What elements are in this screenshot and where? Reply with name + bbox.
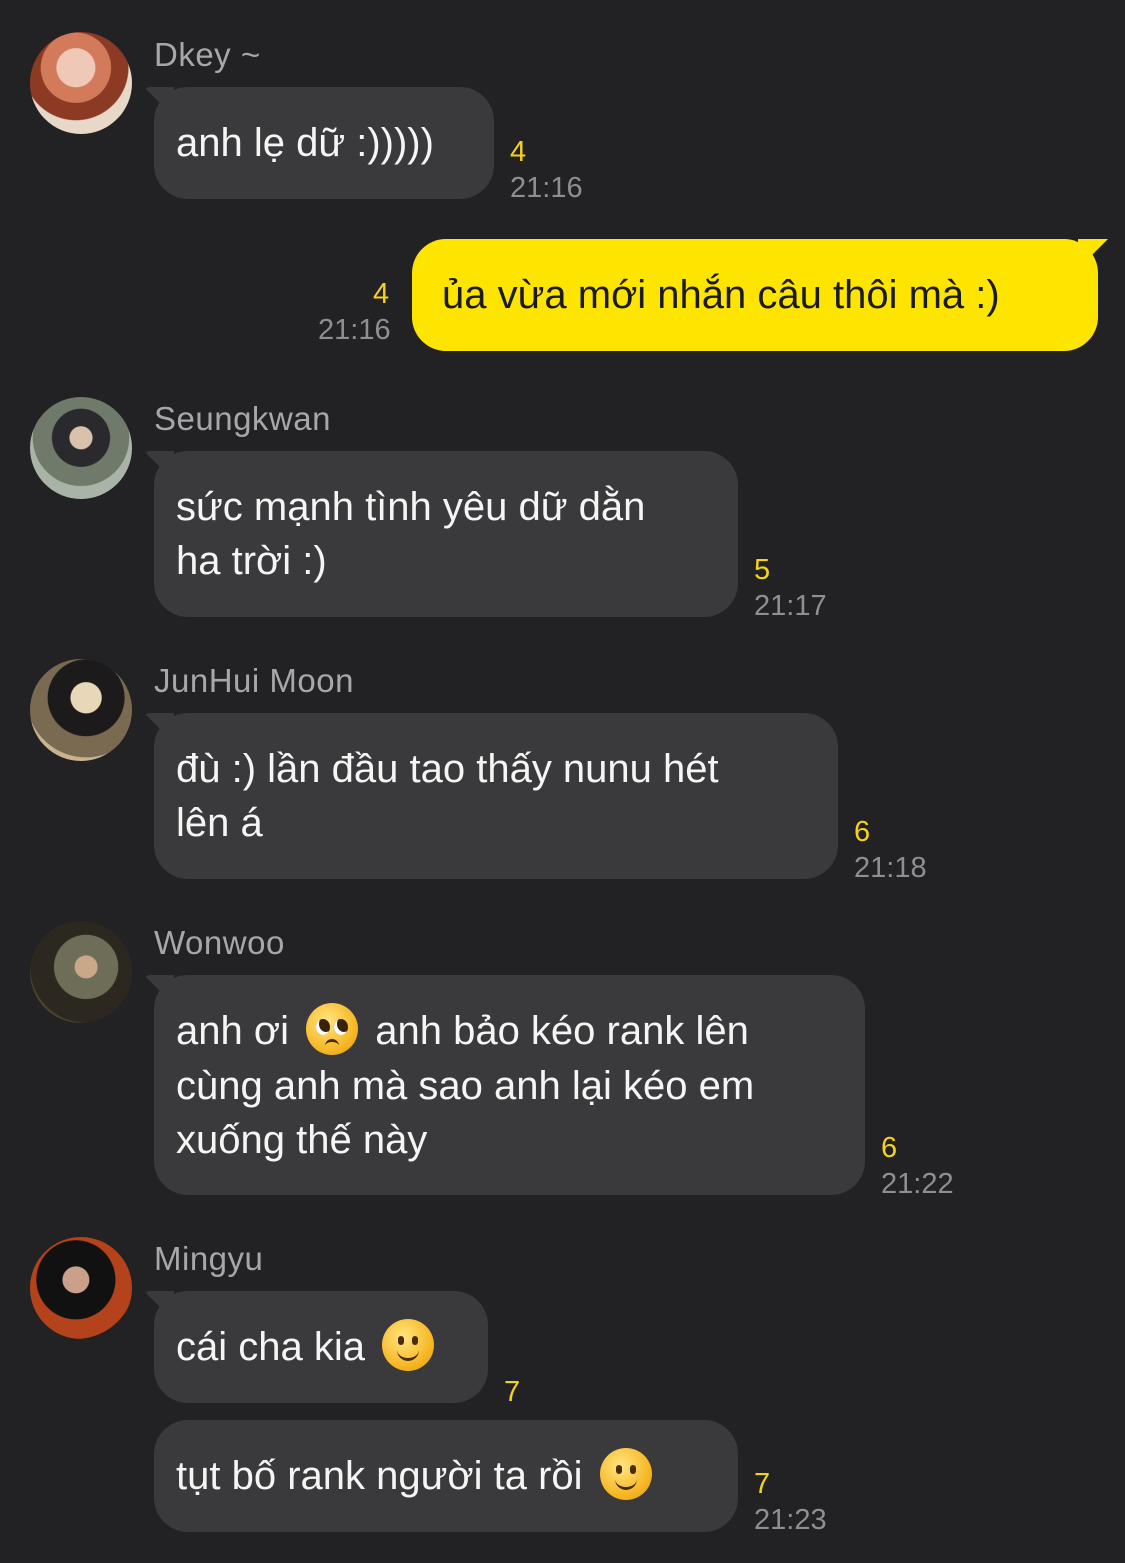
- sender-name: Wonwoo: [154, 924, 285, 961]
- message-time: 21:17: [754, 590, 827, 622]
- slightly-smiling-face-icon: [382, 1319, 435, 1372]
- unread-count: 4: [510, 136, 527, 168]
- avatar-dkey[interactable]: [30, 32, 132, 134]
- message-bubble[interactable]: cái cha kia: [154, 1291, 488, 1403]
- message-text: anh ơi: [176, 1009, 289, 1053]
- message-text-line: sức mạnh tình yêu dữ dằn: [176, 485, 646, 529]
- sender-name: Dkey ~: [154, 36, 261, 73]
- unread-count: 7: [754, 1468, 771, 1500]
- chat-view: Dkey ~ anh lẹ dữ :))))) 4 21:16 4 21:16 …: [0, 0, 1125, 1563]
- message-time: 21:16: [510, 172, 583, 204]
- unread-count: 6: [881, 1132, 898, 1164]
- message-text-line: đù :) lần đầu tao thấy nunu hét: [176, 747, 719, 791]
- avatar-wonwoo[interactable]: [30, 921, 132, 1023]
- message-time: 21:22: [881, 1168, 954, 1200]
- message-text-line: lên á: [176, 801, 263, 845]
- avatar-junhui-moon[interactable]: [30, 659, 132, 761]
- message-time: 21:18: [854, 852, 927, 884]
- message-time: 21:16: [318, 314, 391, 346]
- unread-count: 6: [854, 816, 871, 848]
- message-text-line: ha trời :): [176, 539, 327, 583]
- message-text: anh bảo kéo rank lên: [375, 1009, 749, 1053]
- message-text-line: anh ơi anh bảo kéo rank lên: [176, 1003, 843, 1059]
- my-message-bubble[interactable]: ủa vừa mới nhắn câu thôi mà :): [412, 239, 1098, 351]
- message-time: 21:23: [754, 1504, 827, 1536]
- sender-name: Seungkwan: [154, 400, 331, 437]
- unread-count: 7: [504, 1376, 521, 1408]
- pleading-face-icon: [306, 1003, 359, 1056]
- message-bubble[interactable]: sức mạnh tình yêu dữ dằn ha trời :): [154, 451, 738, 617]
- sender-name: Mingyu: [154, 1240, 264, 1277]
- message-bubble[interactable]: anh ơi anh bảo kéo rank lên cùng anh mà …: [154, 975, 865, 1195]
- message-text: cái cha kia: [176, 1325, 365, 1369]
- message-text: ủa vừa mới nhắn câu thôi mà :): [442, 273, 1000, 317]
- message-text: tụt bố rank người ta rồi: [176, 1454, 583, 1498]
- message-text: anh lẹ dữ :))))): [176, 121, 434, 165]
- unread-count: 5: [754, 554, 771, 586]
- avatar-seungkwan[interactable]: [30, 397, 132, 499]
- slightly-smiling-face-icon: [599, 1448, 652, 1501]
- message-text-line: cùng anh mà sao anh lại kéo em: [176, 1064, 755, 1109]
- message-bubble[interactable]: anh lẹ dữ :))))): [154, 87, 494, 199]
- message-bubble[interactable]: đù :) lần đầu tao thấy nunu hét lên á: [154, 713, 838, 879]
- sender-name: JunHui Moon: [154, 662, 354, 699]
- unread-count: 4: [373, 278, 390, 310]
- avatar-mingyu[interactable]: [30, 1237, 132, 1339]
- message-bubble[interactable]: tụt bố rank người ta rồi: [154, 1420, 738, 1532]
- message-text-line: xuống thế này: [176, 1118, 428, 1163]
